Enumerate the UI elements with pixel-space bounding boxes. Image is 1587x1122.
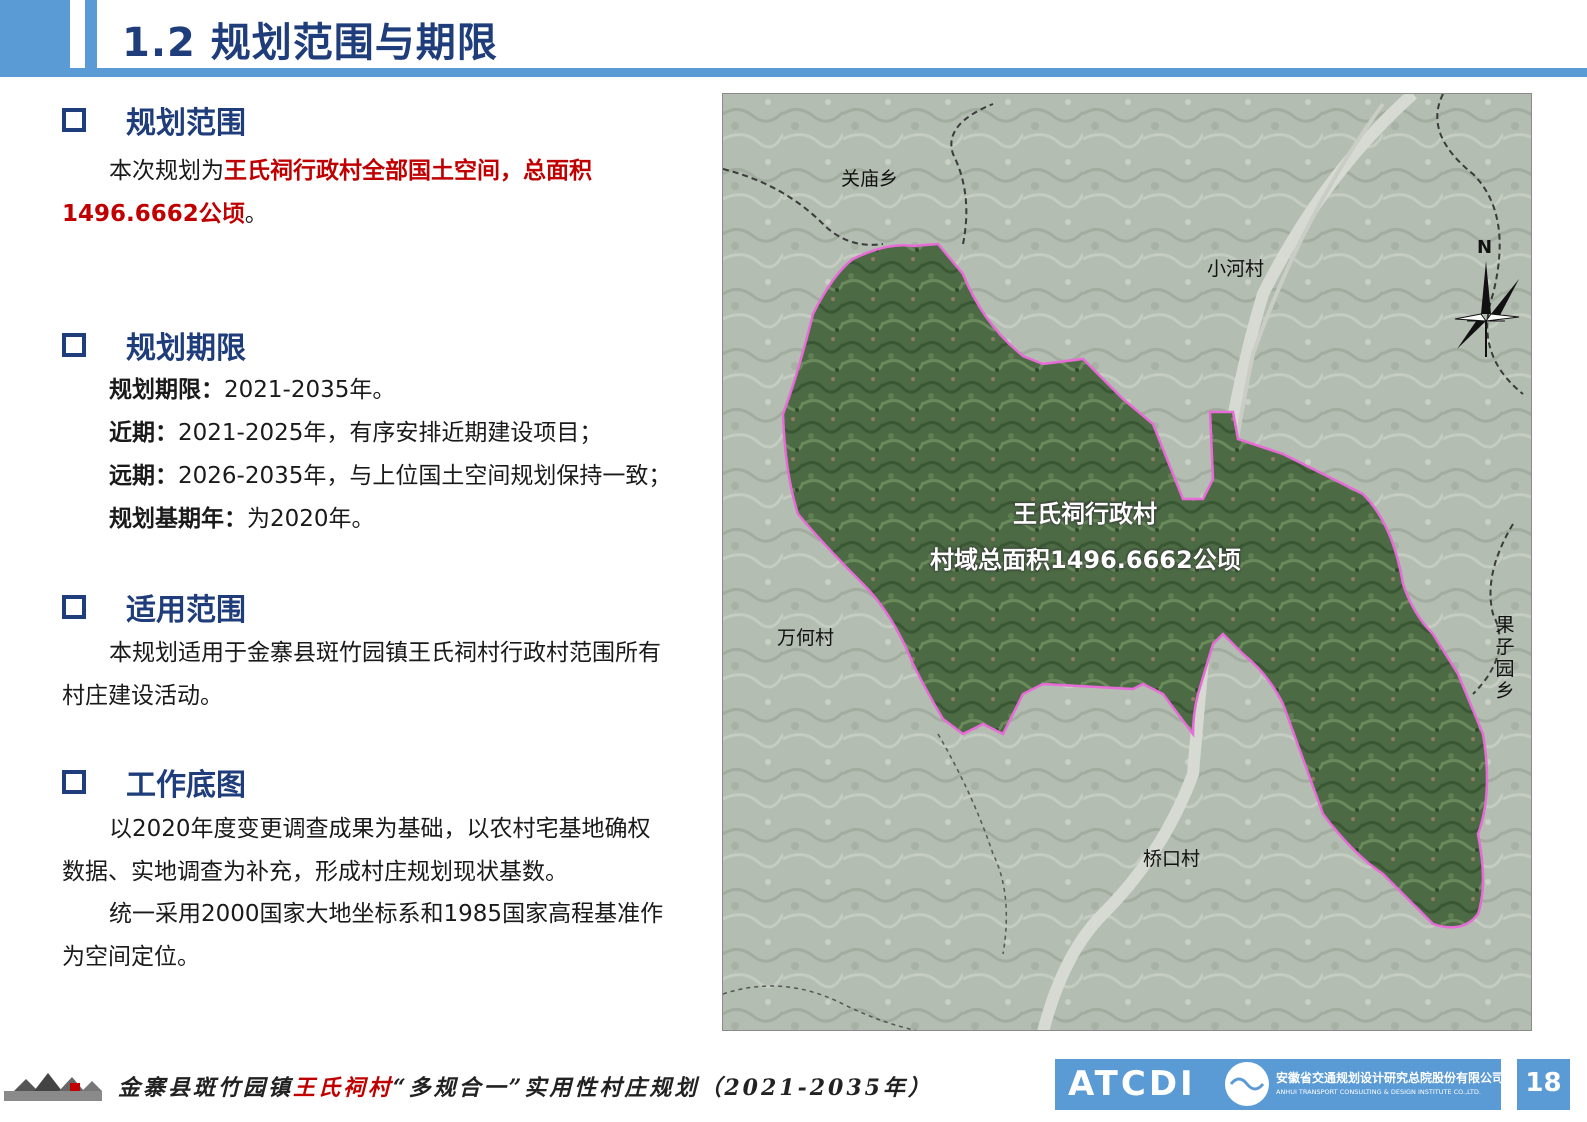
company-name-cn: 安徽省交通规划设计研究总院股份有限公司 [1276, 1071, 1505, 1085]
scope-suffix: 。 [244, 201, 268, 227]
period-list: 规划期限：2021-2035年。 近期：2021-2025年，有序安排近期建设项… [109, 369, 689, 541]
period-line: 规划期限：2021-2035年。 [109, 369, 689, 412]
footer-title: 金寨县斑竹园镇王氏祠村“多规合一”实用性村庄规划（2021-2035年） [118, 1070, 933, 1102]
map-label-xiaohe: 小河村 [1207, 258, 1265, 280]
section-heading-text: 规划范围 [126, 106, 246, 141]
page-number: 18 [1525, 1068, 1562, 1098]
satellite-map: 关庙乡 小河村 万何村 桥口村 果子园乡 王氏祠行政村 村域总面积1496.66… [722, 93, 1532, 1031]
map-label-qiaokou: 桥口村 [1143, 848, 1201, 870]
map-label-guanmiao: 关庙乡 [841, 168, 899, 190]
section-heading-applicable: 适用范围 [62, 585, 246, 629]
period-text: 2026-2035年，与上位国土空间规划保持一致； [178, 463, 672, 489]
header-accent-bar [0, 0, 70, 68]
period-label: 规划基期年： [109, 506, 247, 532]
section-heading-text: 规划期限 [126, 331, 246, 366]
village-name-label: 王氏祠行政村 [1013, 500, 1157, 528]
footer-title-village: 王氏祠村 [293, 1075, 394, 1101]
period-line: 近期：2021-2025年，有序安排近期建设项目； [109, 412, 689, 455]
period-text: 为2020年。 [247, 506, 375, 532]
period-line: 规划基期年：为2020年。 [109, 498, 689, 541]
footer-title-prefix: 金寨县斑竹园镇 [118, 1075, 294, 1101]
company-emblem-icon [1225, 1062, 1269, 1106]
north-arrow-icon [1454, 261, 1520, 357]
period-label: 远期： [109, 463, 178, 489]
section-heading-scope: 规划范围 [62, 98, 246, 142]
scope-area: 1496.6662公顷 [62, 201, 245, 227]
section-heading-text: 工作底图 [126, 768, 246, 803]
footer-title-suffix: “多规合一”实用性村庄规划（2021-2035年） [393, 1075, 933, 1101]
basemap-paragraph-2: 统一采用2000国家大地坐标系和1985国家高程基准作为空间定位。 [62, 901, 664, 970]
section-heading-basemap: 工作底图 [62, 760, 246, 804]
period-text: 2021-2025年，有序安排近期建设项目； [178, 420, 603, 446]
village-area-label: 村域总面积1496.6662公顷 [930, 546, 1241, 574]
map-label-guoziyuan: 果子园乡 [1495, 614, 1515, 702]
period-line: 远期：2026-2035年，与上位国土空间规划保持一致； [109, 455, 689, 498]
company-name-en: ANHUI TRANSPORT CONSULTING & DESIGN INST… [1276, 1088, 1481, 1096]
square-bullet-icon [62, 595, 86, 619]
period-text: 2021-2035年。 [224, 377, 396, 403]
scope-paragraph: 本次规划为王氏祠行政村全部国土空间，总面积 1496.6662公顷。 [62, 150, 677, 236]
header-divider [0, 68, 1587, 77]
north-label: N [1477, 237, 1493, 258]
village-sketch-icon [4, 1073, 102, 1101]
header-accent-bar-thin [85, 0, 97, 68]
square-bullet-icon [62, 108, 86, 132]
page-title: 1.2 规划范围与期限 [122, 20, 498, 66]
square-bullet-icon [62, 770, 86, 794]
basemap-paragraph-1: 以2020年度变更调查成果为基础，以农村宅基地确权数据、实地调查为补充，形成村庄… [62, 816, 651, 885]
applicable-paragraph: 本规划适用于金寨县斑竹园镇王氏祠村行政村范围所有村庄建设活动。 [62, 640, 661, 709]
section-heading-text: 适用范围 [126, 593, 246, 628]
map-label-wanhe: 万何村 [777, 627, 835, 649]
square-bullet-icon [62, 333, 86, 357]
section-heading-period: 规划期限 [62, 323, 246, 367]
period-label: 近期： [109, 420, 178, 446]
period-label: 规划期限： [109, 377, 224, 403]
scope-text: 本次规划为 [109, 158, 224, 184]
company-logo-text: ATCDI [1068, 1064, 1196, 1104]
scope-highlight: 王氏祠行政村全部国土空间，总面积 [224, 158, 592, 184]
